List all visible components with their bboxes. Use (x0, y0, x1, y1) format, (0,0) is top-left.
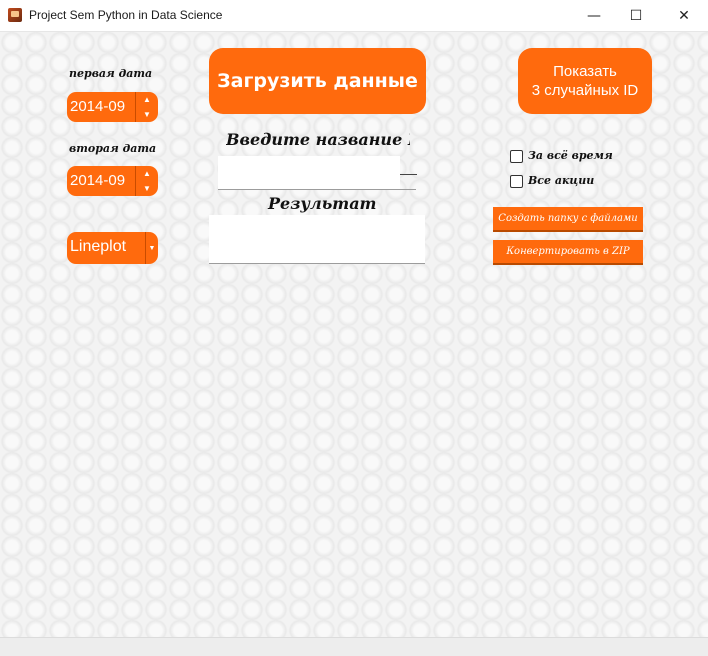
spin-down-icon[interactable]: ▼ (136, 107, 158, 122)
spin-down-icon[interactable]: ▼ (136, 181, 158, 196)
app-icon (8, 8, 22, 22)
first-date-spinbox[interactable]: 2014-09 ▲ ▼ (67, 92, 158, 122)
status-bar (0, 637, 708, 656)
id-input-label: Введите название ID : (226, 130, 410, 149)
result-field[interactable] (209, 215, 425, 264)
plot-type-combobox[interactable]: Lineplot ▼ (67, 232, 158, 264)
second-date-spinbox[interactable]: 2014-09 ▲ ▼ (67, 166, 158, 196)
all-shares-checkbox[interactable] (510, 175, 523, 188)
convert-zip-button[interactable]: Конвертировать в ZIP (493, 240, 643, 265)
result-label: Результат (268, 194, 377, 213)
close-button[interactable]: ✕ (661, 0, 707, 31)
spin-up-icon[interactable]: ▲ (136, 166, 158, 181)
first-date-value: 2014-09 (70, 98, 126, 115)
minimize-button[interactable]: — (571, 0, 617, 31)
maximize-button[interactable]: ☐ (613, 0, 659, 31)
plot-type-value: Lineplot (70, 238, 127, 255)
second-date-spin-arrows: ▲ ▼ (135, 166, 158, 196)
load-data-button[interactable]: Загрузить данные (209, 48, 426, 114)
chevron-down-icon[interactable]: ▼ (145, 232, 158, 264)
all-time-label: За всё время (528, 149, 613, 162)
show-random-ids-line2: 3 случайных ID (531, 82, 639, 99)
first-date-spin-arrows: ▲ ▼ (135, 92, 158, 122)
second-date-label: вторая дата (69, 142, 157, 155)
second-date-value: 2014-09 (70, 172, 126, 189)
title-bar: Project Sem Python in Data Science — ☐ ✕ (0, 0, 708, 32)
spin-up-icon[interactable]: ▲ (136, 92, 158, 107)
show-random-ids-line1: Показать (553, 63, 617, 80)
first-date-label: первая дата (69, 67, 153, 80)
create-folder-button[interactable]: Создать папку с файлами (493, 207, 643, 232)
show-random-ids-button[interactable]: Показать 3 случайных ID (518, 48, 652, 114)
id-input-border (218, 189, 416, 190)
all-time-checkbox[interactable] (510, 150, 523, 163)
id-input[interactable] (218, 156, 400, 190)
window-title: Project Sem Python in Data Science (29, 8, 223, 22)
all-shares-label: Все акции (528, 174, 595, 187)
id-input-underline (400, 174, 417, 175)
main-panel: первая дата 2014-09 ▲ ▼ вторая дата 2014… (0, 32, 708, 637)
